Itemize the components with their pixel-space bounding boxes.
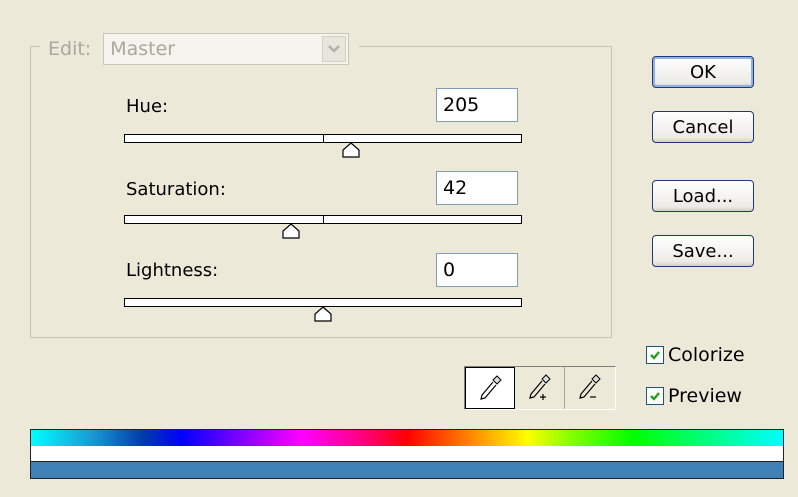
saturation-slider-center-tick [323,215,324,224]
hue-slider[interactable] [124,134,522,158]
preview-label: Preview [668,385,742,407]
saturation-label: Saturation: [126,179,226,200]
saturation-input[interactable]: 42 [436,171,518,205]
lightness-input[interactable]: 0 [436,253,518,287]
eyedropper-plus-tool[interactable] [515,367,565,409]
saturation-slider-thumb[interactable] [282,223,300,239]
edit-dropdown[interactable]: Master [103,33,350,65]
hue-slider-center-tick [323,134,324,143]
checkmark-icon [650,392,660,401]
lightness-slider[interactable] [124,298,522,322]
eyedropper-icon [480,375,502,400]
lightness-slider-thumb[interactable] [314,306,332,322]
colorize-label: Colorize [668,344,745,366]
preview-option[interactable]: Preview [646,385,742,407]
hue-label: Hue: [126,96,169,117]
checkmark-icon [650,351,660,360]
saturation-slider[interactable] [124,215,522,239]
hue-slider-thumb[interactable] [342,142,360,158]
eyedropper-plus-icon [528,374,551,400]
input-hue-spectrum [30,429,784,447]
preview-checkbox[interactable] [646,387,664,405]
hue-input[interactable]: 205 [436,88,518,122]
colorize-checkbox[interactable] [646,346,664,364]
edit-dropdown-value: Master [110,38,176,60]
chevron-down-icon[interactable] [322,36,347,62]
spectrum-gap [30,446,784,462]
output-color-bar [30,461,784,479]
ok-button[interactable]: OK [652,56,754,88]
eyedropper-minus-tool[interactable] [565,367,615,409]
eyedropper-tools [464,366,616,410]
colorize-option[interactable]: Colorize [646,344,745,366]
eyedropper-minus-icon [579,374,601,399]
save-button[interactable]: Save... [652,235,754,267]
lightness-label: Lightness: [126,260,219,281]
cancel-button[interactable]: Cancel [652,111,754,143]
load-button[interactable]: Load... [652,180,754,212]
edit-row: Edit: Master [40,32,360,66]
eyedropper-tool[interactable] [465,367,515,409]
edit-label: Edit: [48,38,92,60]
adjustment-group [30,46,612,338]
